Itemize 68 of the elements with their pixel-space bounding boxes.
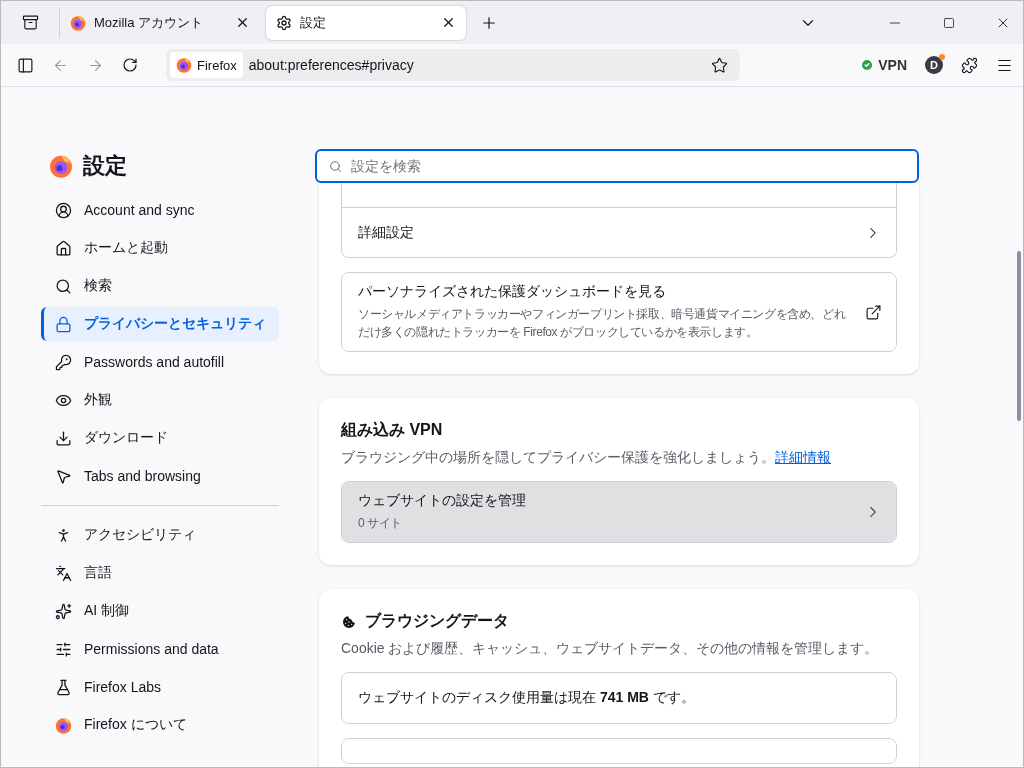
cookie-icon xyxy=(341,613,357,630)
row-title: ウェブサイトの設定を管理 xyxy=(358,492,527,510)
sparkle-icon xyxy=(55,602,72,620)
maximize-icon[interactable] xyxy=(943,16,955,29)
sidebar-item[interactable]: Passwords and autofill xyxy=(41,345,279,379)
sidebar-item[interactable]: Account and sync xyxy=(41,193,279,227)
sidebar-item[interactable]: Tabs and browsing xyxy=(41,459,279,493)
translate-icon xyxy=(55,564,72,582)
download-icon xyxy=(55,429,72,447)
firefox-logo-icon xyxy=(176,57,192,73)
close-tab-icon[interactable] xyxy=(235,15,250,30)
browser-tab[interactable]: Mozilla アカウント xyxy=(60,5,260,40)
sidebar-item[interactable]: ホームと起動 xyxy=(41,231,279,265)
learn-more-link[interactable]: 詳細情報 xyxy=(775,449,831,465)
sidebar-item[interactable]: アクセシビリティ xyxy=(41,518,279,552)
row-title: 詳細設定 xyxy=(358,223,415,242)
row-description: ソーシャルメディアトラッカーやフィンガープリント採取、暗号通貨マイニングを含め、どれだけ多くの隠れたトラッカーを Firefox がブロックしているかを表示します。 xyxy=(358,306,847,341)
account-avatar[interactable]: D xyxy=(925,56,943,74)
sidebar-item[interactable]: AI 制御 xyxy=(41,594,279,628)
section-description: Cookie および履歴、キャッシュ、ウェブサイトデータ、その他の情報を管理します。 xyxy=(341,640,880,658)
settings-row[interactable]: 詳細設定 xyxy=(342,207,896,257)
star-icon[interactable] xyxy=(711,56,728,74)
tab-title: Mozilla アカウント xyxy=(94,13,205,32)
page-title: 設定 xyxy=(83,152,127,180)
tab-groups-icon[interactable] xyxy=(21,14,39,31)
sidebar-item[interactable]: 外観 xyxy=(41,383,279,417)
row-subtitle: 0 サイト xyxy=(358,515,403,532)
home-icon xyxy=(55,239,72,257)
settings-row[interactable]: パーソナライズされた保護ダッシュボードを見る ソーシャルメディアトラッカーやフィンガープリント採取、暗号通貨マイニングを含め、どれだけ多くの隠れたトラッカーを Firefox がブロックしているかを表示します。 xyxy=(342,273,896,351)
sidebar-item[interactable]: Firefox Labs xyxy=(41,670,279,704)
row-title: パーソナライズされた保護ダッシュボードを見る xyxy=(358,283,667,301)
scrollbar-thumb[interactable] xyxy=(1017,251,1021,421)
url-text: about:preferences#privacy xyxy=(248,57,415,73)
account-icon xyxy=(55,201,72,219)
tab-title: 設定 xyxy=(300,13,327,32)
address-bar[interactable]: Firefox about:preferences#privacy xyxy=(166,49,740,81)
gear-icon xyxy=(276,14,292,31)
key-icon xyxy=(55,353,72,371)
search-icon xyxy=(55,277,72,295)
sidebar-item[interactable]: ダウンロード xyxy=(41,421,279,455)
flask-icon xyxy=(55,678,72,696)
identity-button[interactable]: Firefox xyxy=(170,52,243,78)
search-field[interactable]: 設定を検索 xyxy=(315,149,919,183)
pointer-icon xyxy=(55,467,72,485)
sidebar-item[interactable]: Firefox について xyxy=(41,708,279,742)
sidebar-icon[interactable] xyxy=(17,56,34,74)
vpn-button[interactable]: VPN xyxy=(860,57,907,73)
close-tab-icon[interactable] xyxy=(441,15,456,30)
lock-icon xyxy=(55,315,72,333)
sidebar-item[interactable]: プライバシーとセキュリティ xyxy=(41,307,279,341)
browser-tab[interactable]: 設定 xyxy=(266,5,466,40)
reload-icon[interactable] xyxy=(122,57,138,73)
sidebar-item[interactable]: 検索 xyxy=(41,269,279,303)
check-icon xyxy=(860,58,875,72)
row-title: ウェブサイトのディスク使用量は現在 741 MB です。 xyxy=(358,689,696,707)
sidebar-item[interactable]: Permissions and data xyxy=(41,632,279,666)
section-description: ブラウジング中の場所を隠してプライバシー保護を強化しましょう。詳細情報 xyxy=(341,449,832,467)
external-link-icon xyxy=(865,303,882,321)
extensions-icon[interactable] xyxy=(961,56,978,74)
firefox-logo-icon xyxy=(55,716,72,734)
firefox-logo-icon xyxy=(49,154,73,178)
sliders-icon xyxy=(55,640,72,658)
settings-row[interactable]: ウェブサイトの設定を管理 0 サイト xyxy=(342,482,896,542)
settings-row[interactable]: ウェブサイトのディスク使用量は現在 741 MB です。 xyxy=(342,673,896,723)
sidebar-item[interactable]: 言語 xyxy=(41,556,279,590)
firefox-logo-icon xyxy=(70,14,86,31)
section-heading: ブラウジングデータ xyxy=(365,611,509,631)
section-heading: 組み込み VPN xyxy=(341,420,443,440)
